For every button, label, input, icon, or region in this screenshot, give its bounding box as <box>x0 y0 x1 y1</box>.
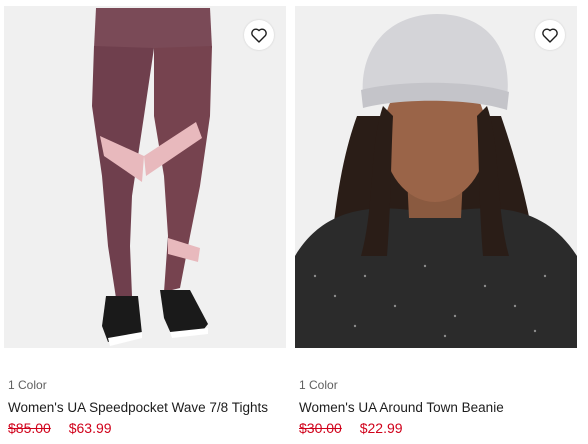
beanie-model-illustration <box>295 6 577 348</box>
product-card[interactable]: 1 Color Women's UA Speedpocket Wave 7/8 … <box>4 0 286 444</box>
original-price: $85.00 <box>8 420 51 436</box>
color-count: 1 Color <box>8 378 47 392</box>
sale-price: $22.99 <box>359 420 403 436</box>
sale-price: $63.99 <box>68 420 112 436</box>
leggings-illustration <box>4 6 286 348</box>
heart-outline-icon <box>251 27 267 43</box>
product-name-link[interactable]: Women's UA Speedpocket Wave 7/8 Tights <box>8 400 268 415</box>
favorite-button[interactable] <box>244 20 274 50</box>
favorite-button[interactable] <box>535 20 565 50</box>
product-name-link[interactable]: Women's UA Around Town Beanie <box>299 400 504 415</box>
product-grid: 1 Color Women's UA Speedpocket Wave 7/8 … <box>0 0 588 444</box>
color-count: 1 Color <box>299 378 338 392</box>
product-image[interactable] <box>4 6 286 348</box>
heart-outline-icon <box>542 27 558 43</box>
price-row: $30.00 $22.99 <box>299 420 403 436</box>
original-price: $30.00 <box>299 420 342 436</box>
price-row: $85.00 $63.99 <box>8 420 112 436</box>
product-image[interactable] <box>295 6 577 348</box>
product-card[interactable]: 1 Color Women's UA Around Town Beanie $3… <box>295 0 577 444</box>
